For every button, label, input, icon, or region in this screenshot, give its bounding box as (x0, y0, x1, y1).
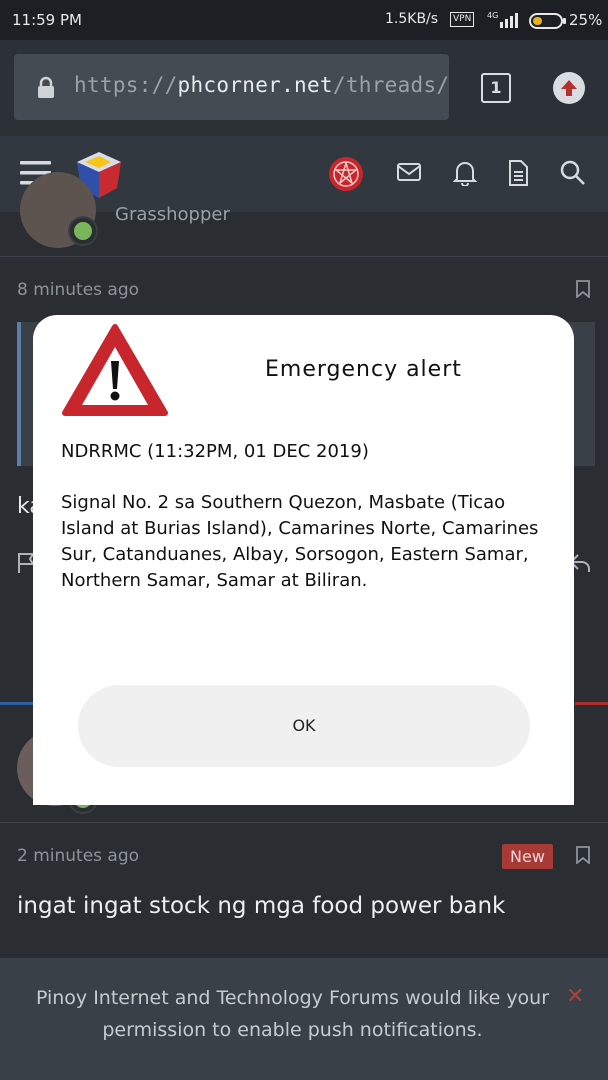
ok-button[interactable]: OK (78, 685, 530, 767)
post-text: ingat ingat stock ng mga food power bank (17, 893, 506, 919)
emergency-alert-dialog: Emergency alert NDRRMC (11:32PM, 01 DEC … (33, 315, 574, 805)
divider (0, 256, 608, 257)
warning-icon (61, 321, 169, 423)
tab-switcher-button[interactable]: 1 (481, 73, 511, 103)
lock-icon (36, 76, 56, 104)
arrow-up-icon (561, 80, 577, 96)
battery-percent: 25% (569, 11, 603, 29)
dialog-title: Emergency alert (265, 357, 462, 382)
bookmark-icon[interactable] (576, 846, 590, 865)
url-text: https://phcorner.net/threads/18 (74, 73, 449, 97)
battery-icon (529, 13, 567, 33)
status-net-speed: 1.5KB/s (385, 11, 439, 27)
post-time[interactable]: 8 minutes ago (17, 280, 139, 300)
post-divider-accent (575, 702, 608, 705)
alert-sender: NDRRMC (11:32PM, 01 DEC 2019) (61, 441, 369, 462)
url-path: /threads/18 (332, 73, 449, 97)
address-bar[interactable]: https://phcorner.net/threads/18 (14, 54, 449, 120)
search-icon[interactable] (560, 160, 586, 190)
status-bar: 11:59 PM 1.5KB/s VPN 4G 25% (0, 0, 608, 40)
alert-message: Signal No. 2 sa Southern Quezon, Masbate… (61, 492, 539, 591)
mail-icon[interactable] (396, 160, 422, 188)
signal-icon: 4G (487, 10, 523, 34)
new-badge: New (502, 844, 553, 869)
svg-text:4G: 4G (487, 11, 498, 20)
url-host: phcorner.net (177, 73, 333, 97)
divider (0, 822, 608, 823)
bell-icon[interactable] (452, 160, 478, 190)
online-status-icon (68, 216, 98, 246)
upload-button[interactable] (553, 72, 585, 104)
user-title: Grasshopper (115, 204, 230, 225)
push-permission-banner: Pinoy Internet and Technology Forums wou… (0, 958, 608, 1080)
bookmark-icon[interactable] (576, 280, 590, 299)
vpn-icon: VPN (450, 12, 475, 27)
pentagram-icon[interactable] (328, 156, 364, 196)
post-time[interactable]: 2 minutes ago (17, 846, 139, 866)
status-time: 11:59 PM (12, 11, 82, 29)
url-scheme: https:// (74, 73, 178, 97)
push-permission-text: Pinoy Internet and Technology Forums wou… (35, 987, 550, 1041)
document-icon[interactable] (507, 160, 529, 190)
close-icon[interactable]: ✕ (566, 984, 584, 1009)
browser-toolbar: https://phcorner.net/threads/18 1 (0, 40, 608, 136)
